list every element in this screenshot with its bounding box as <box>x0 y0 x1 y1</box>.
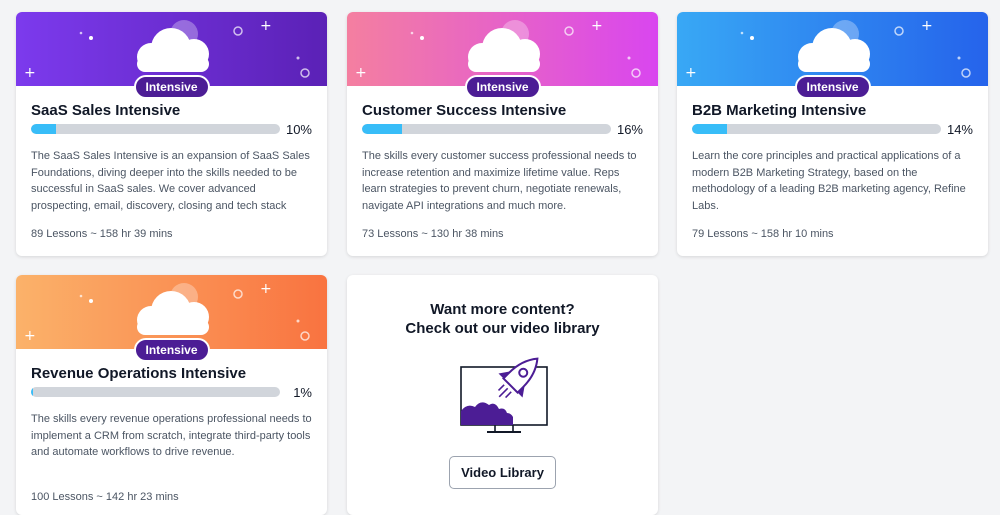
course-badge: Intensive <box>133 338 210 362</box>
course-description: The skills every customer success profes… <box>362 150 637 212</box>
video-library-button[interactable]: Video Library <box>449 456 556 489</box>
progress-bar <box>31 124 280 134</box>
progress-bar <box>31 387 280 397</box>
svg-text:+: + <box>24 65 36 81</box>
course-description: The SaaS Sales Intensive is an expansion… <box>31 150 310 212</box>
course-meta: 89 Lessons ~ 158 hr 39 mins <box>31 228 173 240</box>
course-meta: 73 Lessons ~ 130 hr 38 mins <box>362 228 504 240</box>
course-card-customer-success[interactable]: + + Intensive Customer Success Intensive… <box>347 12 658 256</box>
course-badge: Intensive <box>794 75 871 99</box>
course-card-b2b-marketing[interactable]: + + Intensive B2B Marketing Intensive 14… <box>677 12 988 256</box>
promo-heading-line2: Check out our video library <box>405 320 600 337</box>
svg-text:+: + <box>921 18 933 34</box>
course-meta: 79 Lessons ~ 158 hr 10 mins <box>692 228 834 240</box>
course-badge: Intensive <box>133 75 210 99</box>
course-title[interactable]: B2B Marketing Intensive <box>692 102 866 119</box>
progress-fill <box>31 124 56 134</box>
svg-text:+: + <box>591 18 603 34</box>
course-meta: 100 Lessons ~ 142 hr 23 mins <box>31 491 179 503</box>
course-title[interactable]: Customer Success Intensive <box>362 102 566 119</box>
progress-bar <box>692 124 941 134</box>
progress-percent: 10% <box>285 122 312 137</box>
svg-text:+: + <box>24 328 36 344</box>
rocket-monitor-illustration-icon <box>460 357 548 433</box>
progress-fill <box>31 387 34 397</box>
progress-fill <box>692 124 727 134</box>
course-title[interactable]: Revenue Operations Intensive <box>31 365 246 382</box>
video-library-promo-card: Want more content? Check out our video l… <box>347 275 658 515</box>
progress-fill <box>362 124 402 134</box>
promo-heading: Want more content? Check out our video l… <box>347 300 658 338</box>
course-card-revenue-operations[interactable]: + + Intensive Revenue Operations Intensi… <box>16 275 327 515</box>
course-card-saas-sales[interactable]: + + Intensive SaaS Sales Intensive 10% T… <box>16 12 327 256</box>
course-badge: Intensive <box>464 75 541 99</box>
promo-heading-line1: Want more content? <box>430 301 575 318</box>
progress-bar <box>362 124 611 134</box>
svg-text:+: + <box>260 281 272 297</box>
course-description: Learn the core principles and practical … <box>692 150 966 212</box>
course-title[interactable]: SaaS Sales Intensive <box>31 102 180 119</box>
progress-percent: 16% <box>616 122 643 137</box>
svg-text:+: + <box>685 65 697 81</box>
svg-text:+: + <box>260 18 272 34</box>
course-description: The skills every revenue operations prof… <box>31 413 312 458</box>
progress-percent: 14% <box>946 122 973 137</box>
svg-text:+: + <box>355 65 367 81</box>
progress-percent: 1% <box>293 385 312 400</box>
